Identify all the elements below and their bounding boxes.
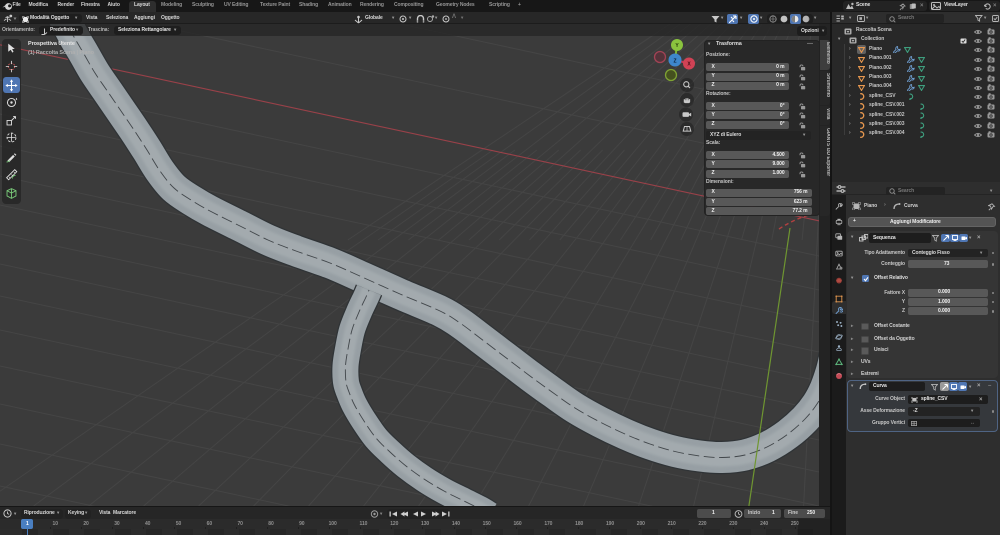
- svg-text:Z: Z: [673, 58, 676, 64]
